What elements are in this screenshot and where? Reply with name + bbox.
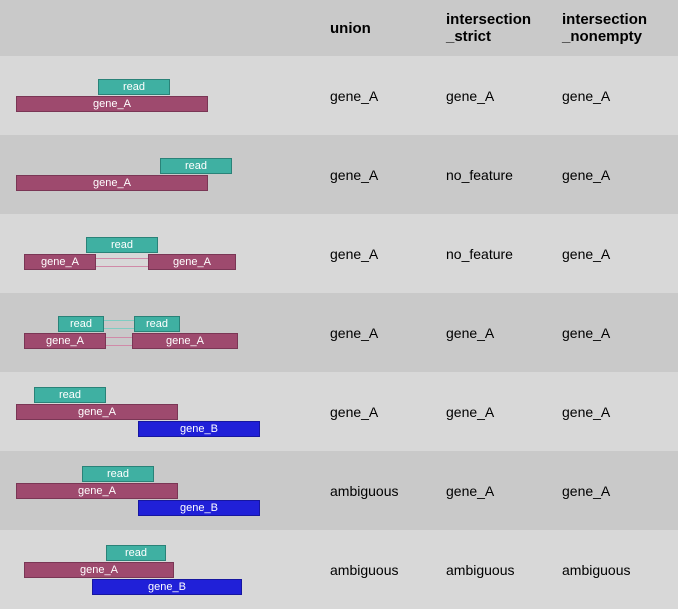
table-row: read gene_A gene_A gene_A gene_A <box>0 56 678 135</box>
exon-connector <box>96 266 148 267</box>
table-row: read gene_A gene_A no_feature gene_A <box>0 135 678 214</box>
cell-strict: gene_A <box>446 325 562 341</box>
cell-nonempty: gene_A <box>562 325 678 341</box>
diagram-header-spacer <box>0 0 330 56</box>
table-row: read gene_A gene_A gene_A no_feature gen… <box>0 214 678 293</box>
read-block: read <box>34 387 106 403</box>
cell-union: ambiguous <box>330 562 446 578</box>
exon-connector <box>96 258 148 259</box>
cell-nonempty: gene_A <box>562 483 678 499</box>
gene-a-block: gene_A <box>24 562 174 578</box>
cell-nonempty: gene_A <box>562 167 678 183</box>
cell-nonempty: gene_A <box>562 404 678 420</box>
diagram-cell: read gene_A gene_A <box>0 214 330 293</box>
diagram-cell: read gene_A gene_B <box>0 372 330 451</box>
read-connector <box>104 328 134 329</box>
cell-strict: no_feature <box>446 167 562 183</box>
diagram-cell: read gene_A <box>0 56 330 135</box>
read-block: read <box>82 466 154 482</box>
cell-strict: no_feature <box>446 246 562 262</box>
gene-b-block: gene_B <box>138 421 260 437</box>
gene-a-block: gene_A <box>16 175 208 191</box>
read-connector <box>104 320 134 321</box>
cell-union: gene_A <box>330 404 446 420</box>
exon-connector <box>106 337 132 338</box>
cell-nonempty: gene_A <box>562 246 678 262</box>
diagram-cell: read read gene_A gene_A <box>0 293 330 372</box>
cell-strict: gene_A <box>446 404 562 420</box>
table-row: read read gene_A gene_A gene_A gene_A ge… <box>0 293 678 372</box>
gene-a-block: gene_A <box>16 404 178 420</box>
header-row: union intersection _strict intersection … <box>0 0 678 56</box>
header-union: union <box>330 20 446 37</box>
cell-strict: gene_A <box>446 483 562 499</box>
gene-a-block: gene_A <box>24 254 96 270</box>
cell-strict: ambiguous <box>446 562 562 578</box>
read-block: read <box>134 316 180 332</box>
exon-connector <box>106 345 132 346</box>
gene-b-block: gene_B <box>138 500 260 516</box>
read-block: read <box>58 316 104 332</box>
table-row: read gene_A gene_B gene_A gene_A gene_A <box>0 372 678 451</box>
cell-nonempty: ambiguous <box>562 562 678 578</box>
gene-a-block: gene_A <box>132 333 238 349</box>
cell-union: gene_A <box>330 88 446 104</box>
cell-union: gene_A <box>330 167 446 183</box>
cell-nonempty: gene_A <box>562 88 678 104</box>
table-row: read gene_A gene_B ambiguous ambiguous a… <box>0 530 678 609</box>
gene-a-block: gene_A <box>148 254 236 270</box>
read-block: read <box>98 79 170 95</box>
gene-a-block: gene_A <box>16 483 178 499</box>
header-intersection-strict: intersection _strict <box>446 11 562 45</box>
gene-a-block: gene_A <box>24 333 106 349</box>
read-block: read <box>86 237 158 253</box>
cell-union: ambiguous <box>330 483 446 499</box>
gene-b-block: gene_B <box>92 579 242 595</box>
diagram-cell: read gene_A gene_B <box>0 530 330 609</box>
gene-a-block: gene_A <box>16 96 208 112</box>
read-block: read <box>106 545 166 561</box>
cell-strict: gene_A <box>446 88 562 104</box>
read-block: read <box>160 158 232 174</box>
header-intersection-nonempty: intersection _nonempty <box>562 11 678 45</box>
cell-union: gene_A <box>330 325 446 341</box>
diagram-cell: read gene_A <box>0 135 330 214</box>
table-row: read gene_A gene_B ambiguous gene_A gene… <box>0 451 678 530</box>
diagram-cell: read gene_A gene_B <box>0 451 330 530</box>
cell-union: gene_A <box>330 246 446 262</box>
